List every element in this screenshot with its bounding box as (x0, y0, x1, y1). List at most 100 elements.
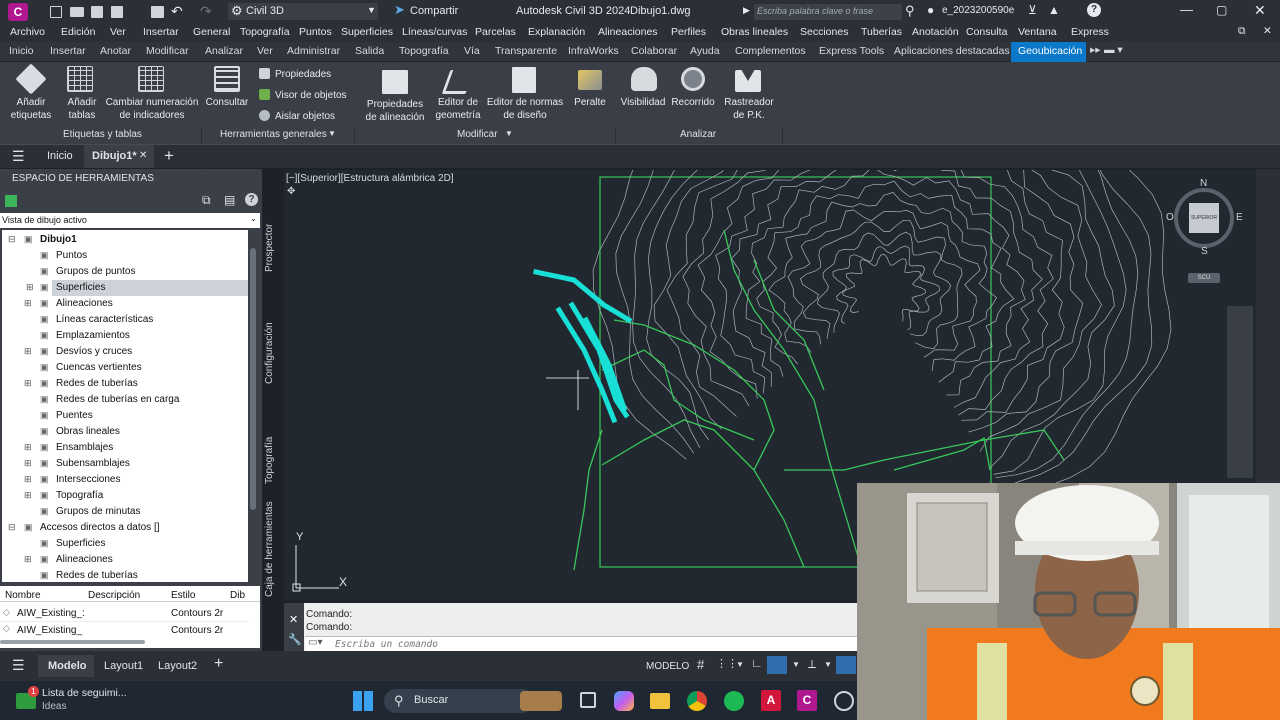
user-icon[interactable]: ● (927, 3, 934, 17)
flyby-button[interactable]: Recorrido (668, 96, 718, 109)
alignment-properties-button[interactable]: Propiedades de alineación (360, 98, 430, 124)
layout1-tab[interactable]: Layout1 (104, 660, 143, 672)
quick-access-save-icon[interactable] (91, 6, 103, 18)
menu-ventana[interactable]: Ventana (1018, 26, 1057, 38)
quick-access-new-icon[interactable] (50, 6, 62, 18)
tab-ayuda[interactable]: Ayuda (690, 45, 720, 57)
add-layout-icon[interactable]: + (214, 655, 223, 673)
new-tab-icon[interactable]: + (164, 146, 174, 166)
tab-complementos[interactable]: Complementos (735, 45, 806, 57)
tree-view-icon[interactable]: ⧉ (202, 193, 211, 208)
chevron-right-icon[interactable]: ▶ (743, 5, 750, 16)
ortho-icon[interactable]: ∟ (751, 656, 763, 670)
close-doc-icon[interactable]: ✕ (1263, 25, 1272, 37)
widget-title[interactable]: Lista de seguimi... (42, 687, 127, 699)
maximize-icon[interactable]: ▢ (1216, 3, 1227, 17)
menu-parcelas[interactable]: Parcelas (475, 26, 516, 38)
expand-icon[interactable]: ⊟ (8, 234, 16, 245)
wcs-menu[interactable]: SCU (1188, 273, 1220, 283)
tree-item[interactable]: ▣ Superficies (2, 536, 248, 552)
wrench-icon[interactable]: 🔧 (288, 633, 302, 646)
app-logo[interactable]: C (8, 3, 28, 21)
chevron-down-icon[interactable]: ▼ (736, 660, 744, 669)
tree-item[interactable]: ▣ Puntos (2, 248, 248, 264)
chevron-down-icon[interactable]: ▼ (792, 660, 800, 669)
tab-analizar[interactable]: Analizar (205, 45, 243, 57)
file-explorer-icon[interactable] (650, 693, 670, 709)
menu-ver[interactable]: Ver (110, 26, 126, 38)
station-tracker-button[interactable]: Rastreador de P.K. (718, 96, 780, 122)
tab-salida[interactable]: Salida (355, 45, 384, 57)
panel-modify[interactable]: Modificar (457, 129, 498, 140)
menu-perfiles[interactable]: Perfiles (671, 26, 706, 38)
expand-icon[interactable]: ⊞ (26, 282, 34, 293)
column-header-description[interactable]: Descripción (88, 590, 140, 601)
tree-item[interactable]: ⊞ ▣ Alineaciones (2, 552, 248, 568)
tab-topografia[interactable]: Topografía (399, 45, 449, 57)
tab-topografia[interactable]: Topografía (264, 430, 278, 484)
tree-item[interactable]: ⊞ ▣ Superficies (26, 280, 248, 296)
user-name[interactable]: e_2023200590e (942, 5, 1014, 16)
copilot-icon[interactable] (614, 691, 634, 711)
visibility-button[interactable]: Visibilidad (618, 96, 668, 109)
tree-item[interactable]: ⊞ ▣ Topografía (2, 488, 248, 504)
tree-item[interactable]: ⊟ ▣ Dibujo1 (2, 232, 248, 248)
menu-insertar[interactable]: Insertar (143, 26, 179, 38)
column-header-style[interactable]: Estilo (171, 590, 195, 601)
tab-administrar[interactable]: Administrar (287, 45, 340, 57)
compass-e[interactable]: E (1236, 212, 1243, 223)
panel-toggle-icon[interactable]: ▬ ▾ (1104, 44, 1123, 56)
search-icon[interactable]: ⚲ (905, 3, 915, 19)
close-icon[interactable]: ✕ (1254, 2, 1266, 19)
expand-icon[interactable]: ⊞ (24, 458, 32, 469)
polar-tracking-icon[interactable] (767, 656, 787, 674)
menu-lineas-curvas[interactable]: Líneas/curvas (402, 26, 467, 38)
tab-via[interactable]: Vía (464, 45, 480, 57)
compass-s[interactable]: S (1201, 246, 1208, 257)
tree-item[interactable]: ▣ Obras lineales (2, 424, 248, 440)
isodraft-icon[interactable]: ⟂ (808, 657, 816, 672)
add-labels-button[interactable]: Añadir etiquetas (6, 96, 56, 122)
menu-archivo[interactable]: Archivo (10, 26, 45, 38)
tab-anotar[interactable]: Anotar (100, 45, 131, 57)
compass-o[interactable]: O (1166, 212, 1174, 223)
panel-general-tools[interactable]: Herramientas generales (220, 129, 327, 140)
tree-item[interactable]: ▣ Grupos de minutas (2, 504, 248, 520)
search-input[interactable]: Escriba palabra clave o frase (754, 4, 902, 20)
command-input[interactable]: ▭▾ Escriba un comando (305, 636, 858, 651)
chevron-down-icon[interactable]: ▼ (824, 660, 832, 669)
menu-express[interactable]: Express (1071, 26, 1109, 38)
share-icon[interactable]: ➤ (394, 2, 405, 18)
tab-ver[interactable]: Ver (257, 45, 273, 57)
add-tables-button[interactable]: Añadir tablas (62, 96, 102, 122)
layout-menu-icon[interactable]: ☰ (12, 657, 25, 674)
menu-superficies[interactable]: Superficies (341, 26, 393, 38)
redo-icon[interactable]: ↷ (200, 3, 212, 20)
tab-express-tools[interactable]: Express Tools (819, 45, 884, 57)
layout2-tab[interactable]: Layout2 (158, 660, 197, 672)
panel-labels-tables[interactable]: Etiquetas y tablas (63, 129, 142, 140)
expand-icon[interactable]: ⊞ (24, 378, 32, 389)
tab-configuracion[interactable]: Configuración (264, 318, 278, 384)
menu-consulta[interactable]: Consulta (966, 26, 1007, 38)
menu-tuberias[interactable]: Tuberías (861, 26, 902, 38)
close-tab-icon[interactable]: ✕ (139, 150, 147, 161)
chevron-down-icon[interactable]: ▼ (505, 129, 513, 138)
tree-item[interactable]: ▣ Emplazamientos (2, 328, 248, 344)
toolspace-green-icon[interactable] (5, 195, 17, 207)
menu-explanacion[interactable]: Explanación (528, 26, 585, 38)
restore-icon[interactable]: ⧉ (1238, 25, 1246, 38)
tree-item[interactable]: ⊞ ▣ Desvíos y cruces (2, 344, 248, 360)
share-button[interactable]: Compartir (410, 5, 458, 17)
expand-icon[interactable]: ⊞ (24, 474, 32, 485)
tree-item[interactable]: ⊞ ▣ Subensamblajes (2, 456, 248, 472)
spotify-icon[interactable] (724, 691, 744, 711)
doc-tab-home[interactable]: Inicio (47, 150, 73, 162)
superelevation-button[interactable]: Peralte (570, 96, 610, 109)
autodesk-a360-icon[interactable]: ▲ (1048, 3, 1060, 17)
menu-anotacion[interactable]: Anotación (912, 26, 959, 38)
tree-item[interactable]: ▣ Redes de tuberías en carga (2, 392, 248, 408)
tab-transparente[interactable]: Transparente (495, 45, 557, 57)
design-standards-editor-button[interactable]: Editor de normas de diseño (484, 96, 566, 122)
tree-item[interactable]: ⊞ ▣ Redes de tuberías (2, 376, 248, 392)
